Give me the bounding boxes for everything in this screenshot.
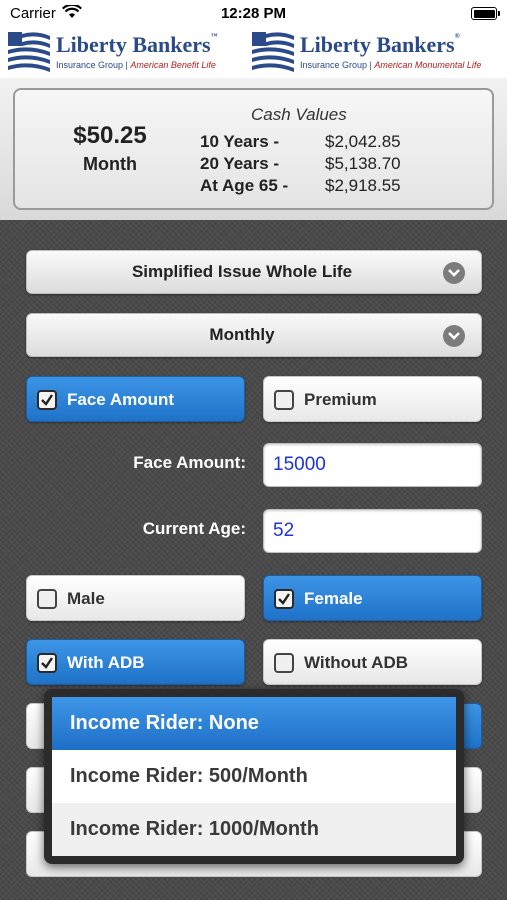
face-amount-input[interactable]: [263, 443, 482, 487]
payment-mode-select[interactable]: Monthly: [26, 313, 482, 357]
product-select-value: Simplified Issue Whole Life: [131, 262, 353, 281]
cash-value-label: 20 Years -: [200, 154, 280, 173]
premium-option[interactable]: Premium: [263, 376, 482, 422]
current-age-input[interactable]: [263, 509, 482, 553]
income-rider-option[interactable]: Income Rider: 500/Month: [52, 750, 456, 803]
face-amount-label: Face Amount:: [133, 453, 246, 472]
flag-icon: [252, 32, 294, 72]
brand-name: Liberty Bankers™: [56, 32, 218, 57]
liberty-bankers-logo-aml: Liberty Bankers® Insurance Group | Ameri…: [252, 30, 504, 76]
brand-tagline: Insurance Group | American Monumental Li…: [300, 60, 482, 70]
option-label: Premium: [304, 390, 377, 409]
cash-value-amount: $5,138.70: [325, 154, 401, 173]
brand-name: Liberty Bankers®: [300, 32, 460, 57]
brand-bar: Liberty Bankers™ Insurance Group | Ameri…: [0, 28, 507, 78]
without-adb-option[interactable]: Without ADB: [263, 639, 482, 685]
female-option[interactable]: Female: [263, 575, 482, 621]
option-label: With ADB: [67, 653, 145, 672]
cash-values-title: Cash Values: [251, 105, 347, 124]
chevron-down-icon: [443, 262, 465, 284]
product-select[interactable]: Simplified Issue Whole Life: [26, 250, 482, 294]
option-label: Face Amount: [67, 390, 175, 409]
brand-tagline: Insurance Group | American Benefit Life: [56, 60, 216, 70]
cash-value-label: At Age 65 -: [200, 176, 289, 195]
liberty-bankers-logo-abl: Liberty Bankers™ Insurance Group | Ameri…: [8, 30, 248, 76]
status-bar: Carrier 12:28 PM: [0, 0, 507, 28]
payment-mode-value: Monthly: [209, 325, 275, 344]
checkbox-unchecked-icon: [274, 653, 294, 673]
chevron-down-icon: [443, 325, 465, 347]
premium-amount: $50.25: [73, 122, 147, 149]
income-rider-menu: Income Rider: None Income Rider: 500/Mon…: [44, 689, 464, 864]
cash-value-row: 10 Years - $2,042.85: [200, 132, 440, 154]
checkbox-checked-icon: [37, 390, 57, 410]
income-rider-option[interactable]: Income Rider: None: [52, 697, 456, 750]
face-amount-option[interactable]: Face Amount: [26, 376, 245, 422]
battery-icon: [471, 7, 500, 20]
flag-icon: [8, 32, 50, 72]
clock: 12:28 PM: [220, 5, 287, 22]
checkbox-checked-icon: [37, 653, 57, 673]
male-option[interactable]: Male: [26, 575, 245, 621]
cash-value-label: 10 Years -: [200, 132, 280, 151]
option-label: Female: [304, 589, 363, 608]
current-age-label: Current Age:: [142, 519, 246, 538]
checkbox-unchecked-icon: [37, 589, 57, 609]
cash-value-row: At Age 65 - $2,918.55: [200, 176, 440, 198]
checkbox-checked-icon: [274, 589, 294, 609]
cash-value-amount: $2,042.85: [325, 132, 401, 151]
option-label: Without ADB: [304, 653, 409, 672]
with-adb-option[interactable]: With ADB: [26, 639, 245, 685]
cash-value-row: 20 Years - $5,138.70: [200, 154, 440, 176]
cash-value-amount: $2,918.55: [325, 176, 401, 195]
option-label: Male: [67, 589, 105, 608]
premium-frequency: Month: [83, 154, 137, 174]
checkbox-unchecked-icon: [274, 390, 294, 410]
income-rider-option[interactable]: Income Rider: 1000/Month: [52, 803, 456, 856]
quote-summary-card: $50.25 Month Cash Values 10 Years - $2,0…: [13, 88, 494, 210]
